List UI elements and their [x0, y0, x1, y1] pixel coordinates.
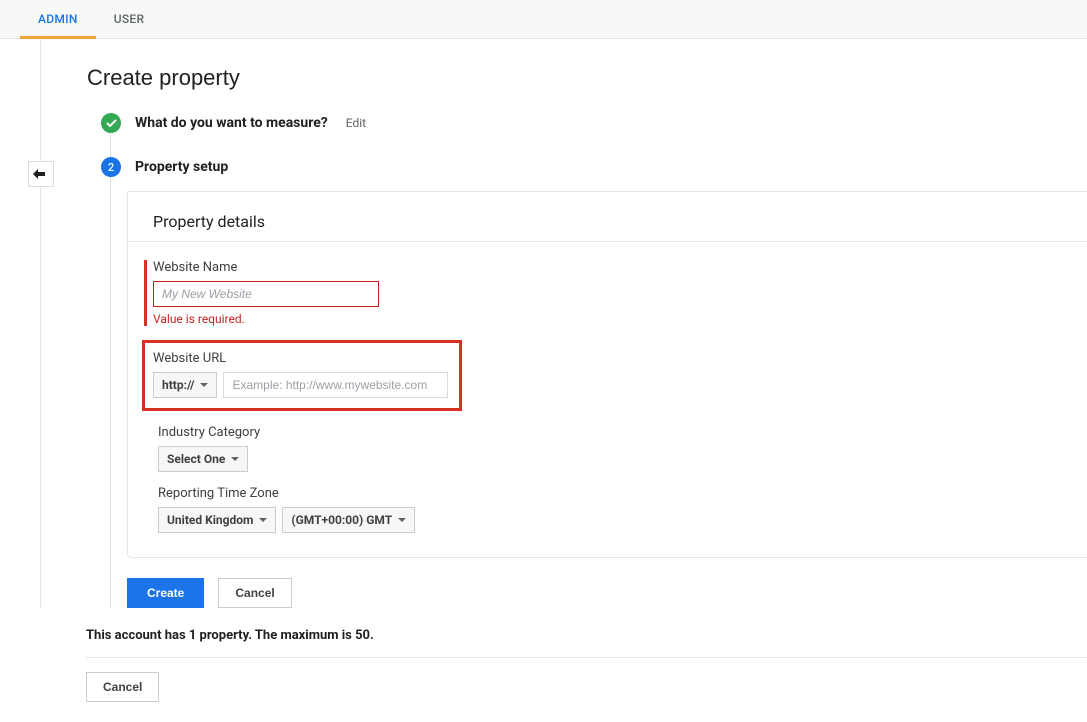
step-2-row: 2 Property setup — [87, 157, 1087, 177]
tab-user[interactable]: USER — [96, 0, 163, 39]
caret-down-icon — [398, 518, 406, 522]
timezone-country-value: United Kingdom — [167, 513, 253, 527]
card-divider — [128, 241, 1087, 242]
website-url-group: Website URL http:// — [142, 340, 462, 411]
check-icon — [106, 119, 117, 127]
industry-value: Select One — [167, 452, 225, 466]
account-limit-text: This account has 1 property. The maximum… — [86, 628, 1087, 643]
caret-down-icon — [231, 457, 239, 461]
property-details-card: Property details Website Name Value is r… — [127, 191, 1087, 558]
step-2-indicator: 2 — [101, 157, 121, 177]
industry-group: Industry Category Select One — [153, 425, 1062, 472]
bottom-divider — [86, 657, 1087, 658]
tab-admin[interactable]: ADMIN — [20, 0, 96, 39]
page-cancel-button[interactable]: Cancel — [86, 672, 159, 702]
page-title: Create property — [87, 65, 1087, 91]
step-1-row: What do you want to measure? Edit — [87, 113, 1087, 133]
caret-down-icon — [200, 383, 208, 387]
stepper-line — [110, 121, 111, 608]
property-details-heading: Property details — [153, 212, 1062, 231]
protocol-dropdown[interactable]: http:// — [153, 372, 217, 398]
industry-dropdown[interactable]: Select One — [158, 446, 248, 472]
website-name-error: Value is required. — [153, 312, 1062, 326]
cancel-button[interactable]: Cancel — [218, 578, 291, 608]
timezone-country-dropdown[interactable]: United Kingdom — [158, 507, 276, 533]
website-name-group: Website Name Value is required. — [144, 260, 1062, 326]
step-1-edit-link[interactable]: Edit — [346, 116, 366, 130]
website-url-input[interactable] — [223, 372, 448, 398]
timezone-zone-dropdown[interactable]: (GMT+00:00) GMT — [282, 507, 415, 533]
tab-bar: ADMIN USER — [0, 0, 1087, 39]
website-name-input[interactable] — [153, 281, 379, 307]
step-2-title: Property setup — [135, 159, 228, 175]
protocol-value: http:// — [162, 378, 194, 392]
back-button[interactable] — [28, 161, 54, 187]
create-button[interactable]: Create — [127, 578, 204, 608]
action-button-row: Create Cancel — [127, 578, 1087, 608]
website-name-label: Website Name — [153, 260, 1062, 275]
back-arrow-icon — [33, 169, 49, 179]
website-url-label: Website URL — [153, 351, 451, 366]
industry-label: Industry Category — [158, 425, 1062, 440]
timezone-zone-value: (GMT+00:00) GMT — [291, 513, 392, 527]
timezone-label: Reporting Time Zone — [158, 486, 1062, 501]
step-1-title: What do you want to measure? — [135, 115, 328, 131]
timezone-group: Reporting Time Zone United Kingdom (GMT+… — [153, 486, 1062, 533]
step-1-indicator — [101, 113, 121, 133]
caret-down-icon — [259, 518, 267, 522]
